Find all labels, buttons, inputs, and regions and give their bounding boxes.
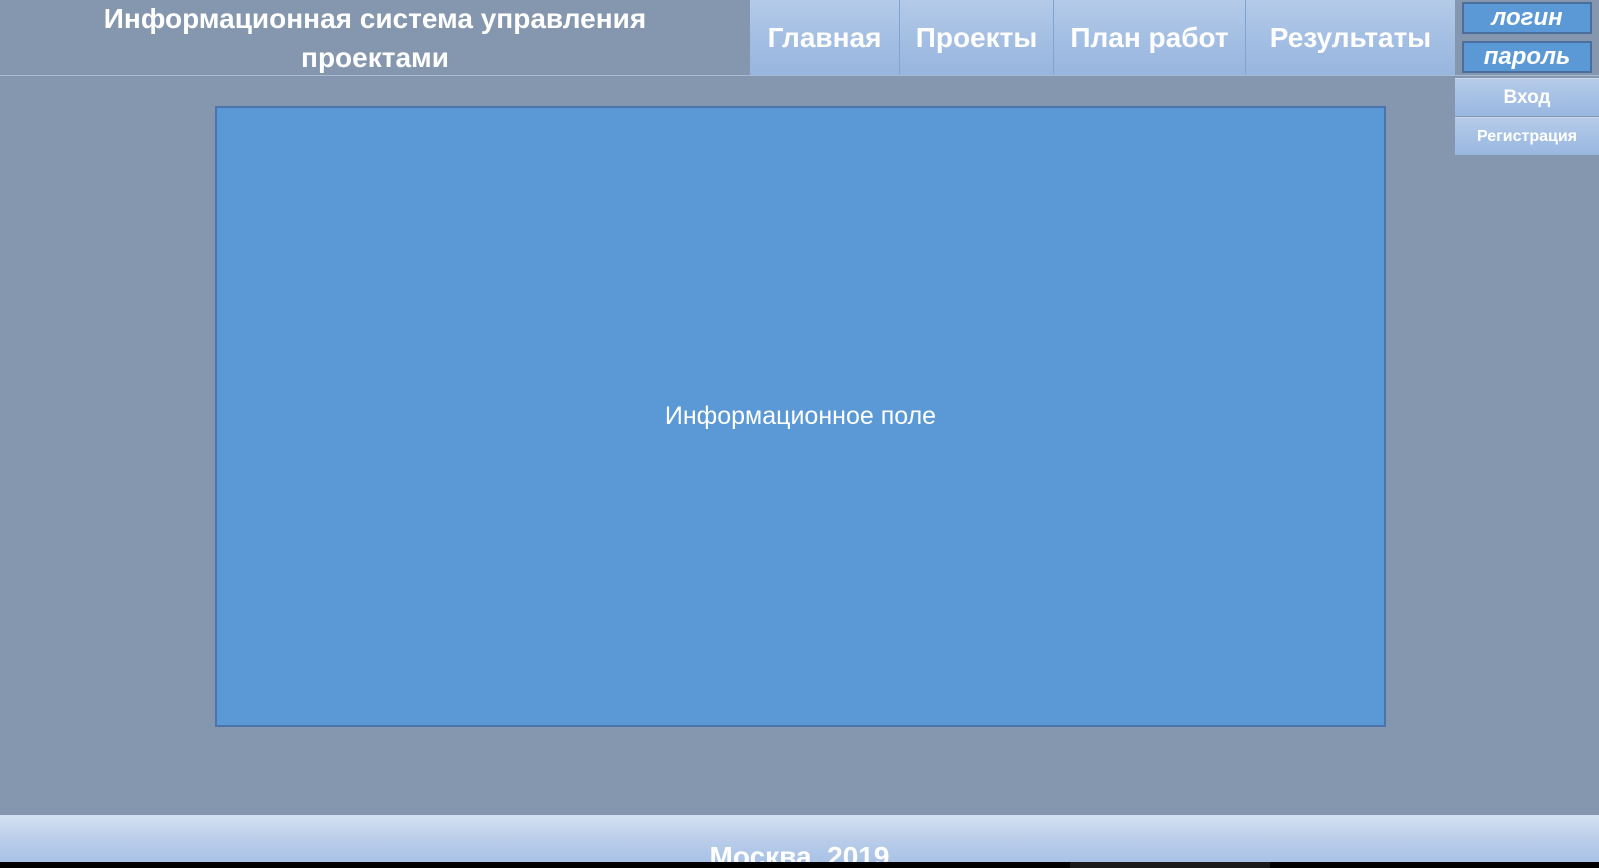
enter-button[interactable]: Вход bbox=[1455, 78, 1599, 116]
info-field-label: Информационное поле bbox=[664, 402, 937, 430]
login-panel: логин пароль Вход Регистрация bbox=[1455, 0, 1599, 156]
footer: Москва, 2019 bbox=[0, 815, 1599, 862]
page: Информационная система управления проект… bbox=[0, 0, 1599, 868]
bottom-bar-segment bbox=[1070, 862, 1270, 868]
header: Информационная система управления проект… bbox=[0, 0, 1599, 76]
info-field: Информационное поле bbox=[215, 106, 1386, 727]
nav-item-home[interactable]: Главная bbox=[750, 0, 900, 75]
app-title: Информационная система управления проект… bbox=[40, 0, 710, 76]
nav-item-results[interactable]: Результаты bbox=[1246, 0, 1455, 75]
login-input[interactable]: логин bbox=[1462, 2, 1592, 34]
nav-item-work-plan[interactable]: План работ bbox=[1054, 0, 1246, 75]
bottom-bar bbox=[0, 862, 1599, 868]
app-title-line1: Информационная система управления bbox=[103, 3, 647, 34]
app-title-line2: проектами bbox=[301, 42, 449, 73]
register-button[interactable]: Регистрация bbox=[1455, 117, 1599, 155]
footer-text: Москва, 2019 bbox=[709, 841, 890, 862]
nav-item-projects[interactable]: Проекты bbox=[900, 0, 1054, 75]
main-nav: Главная Проекты План работ Результаты bbox=[750, 0, 1455, 76]
password-input[interactable]: пароль bbox=[1462, 41, 1592, 73]
